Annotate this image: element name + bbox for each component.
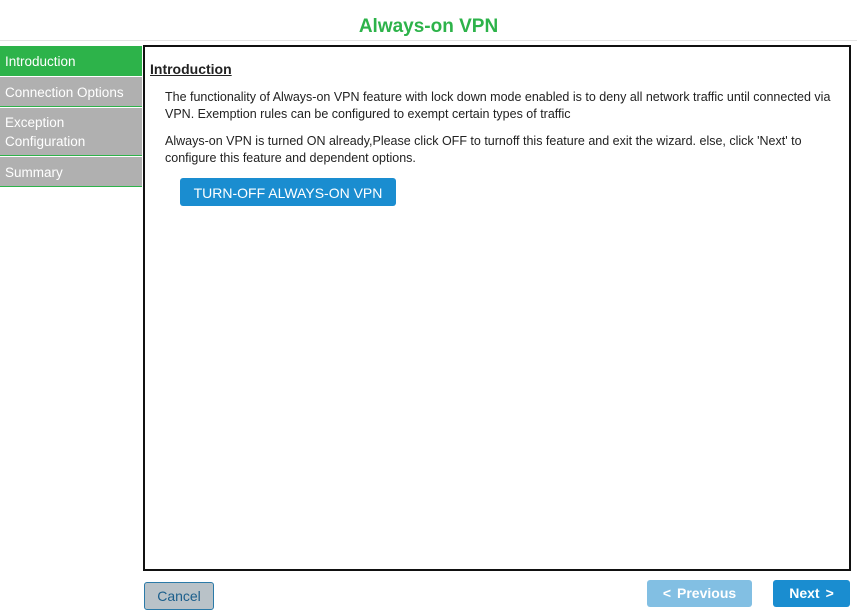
intro-instructions: Always-on VPN is turned ON already,Pleas… — [165, 134, 802, 165]
previous-button-label: Previous — [677, 585, 737, 601]
sidebar-item-introduction[interactable]: Introduction — [0, 46, 142, 76]
wizard-title: Always-on VPN — [358, 16, 499, 37]
chevron-left-icon: < — [662, 585, 672, 601]
wizard-page: Always-on VPN Introduction Connection Op… — [0, 0, 857, 615]
sidebar-item-exception-configuration[interactable]: Exception Configuration — [0, 108, 142, 156]
sidebar-item-summary[interactable]: Summary — [0, 157, 142, 187]
wizard-steps-sidebar: Introduction Connection Options Exceptio… — [0, 46, 142, 188]
next-button[interactable]: Next > — [773, 580, 850, 607]
step-content-panel: Introduction The functionality of Always… — [143, 45, 851, 571]
sidebar-item-connection-options[interactable]: Connection Options — [0, 77, 142, 107]
cancel-button[interactable]: Cancel — [144, 582, 214, 610]
chevron-right-icon: > — [825, 585, 834, 601]
next-button-label: Next — [789, 585, 820, 601]
sidebar-item-label: Exception Configuration — [5, 115, 86, 149]
sidebar-item-label: Introduction — [5, 54, 76, 69]
turn-off-always-on-vpn-button[interactable]: TURN-OFF ALWAYS-ON VPN — [180, 178, 396, 206]
sidebar-item-label: Summary — [5, 165, 63, 180]
previous-button[interactable]: < Previous — [647, 580, 752, 607]
title-divider — [0, 40, 857, 41]
sidebar-item-label: Connection Options — [5, 85, 124, 100]
intro-description: The functionality of Always-on VPN featu… — [165, 90, 831, 121]
section-heading: Introduction — [150, 61, 232, 77]
